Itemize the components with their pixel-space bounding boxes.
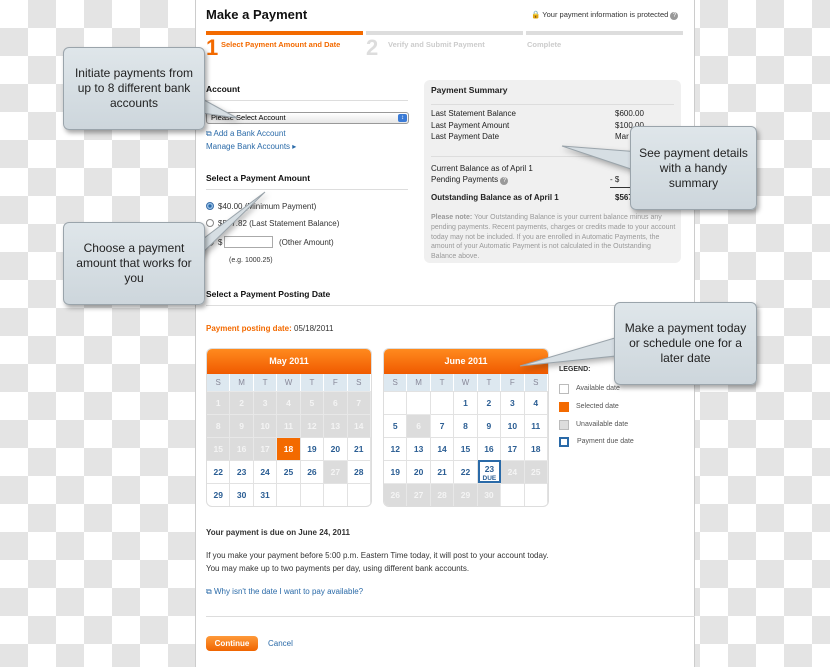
callout-amount: Choose a payment amount that works for y…	[63, 222, 205, 305]
callout-summary: See payment details with a handy summary	[630, 126, 757, 210]
callout-schedule: Make a payment today or schedule one for…	[614, 302, 757, 385]
callout-tail	[194, 191, 266, 262]
callout-tail	[561, 145, 641, 173]
callout-bank-accounts: Initiate payments from up to 8 different…	[63, 47, 205, 130]
callout-tail	[519, 334, 626, 367]
